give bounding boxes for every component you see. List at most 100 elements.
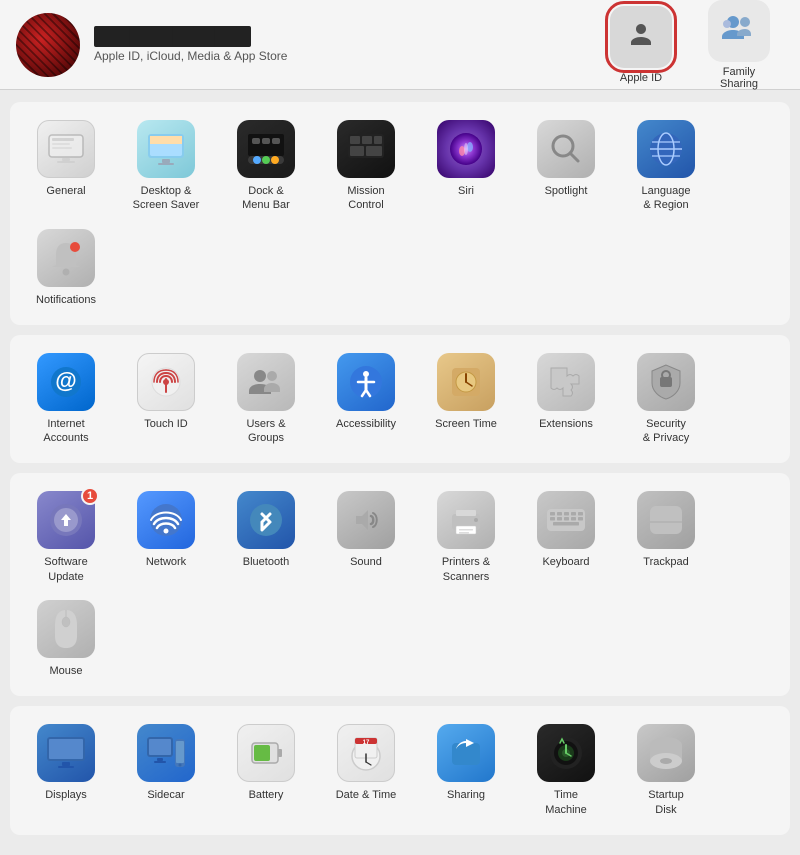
timemachine-label: TimeMachine xyxy=(545,788,587,817)
dock-item[interactable]: Dock &Menu Bar xyxy=(216,112,316,221)
sidecar-icon xyxy=(137,724,195,782)
bluetooth-icon xyxy=(237,491,295,549)
mouse-item[interactable]: Mouse xyxy=(16,592,116,686)
section-1-grid: General Desktop &Screen Saver xyxy=(16,112,784,315)
trackpad-label: Trackpad xyxy=(643,555,688,569)
timemachine-item[interactable]: TimeMachine xyxy=(516,716,616,825)
extensions-label: Extensions xyxy=(539,417,593,431)
timemachine-icon xyxy=(537,724,595,782)
sharing-label: Sharing xyxy=(447,788,485,802)
apple-id-icon-box xyxy=(610,6,672,68)
family-sharing-item[interactable]: FamilySharing xyxy=(694,0,784,90)
battery-icon xyxy=(237,724,295,782)
siri-item[interactable]: Siri xyxy=(416,112,516,221)
security-item[interactable]: Security& Privacy xyxy=(616,345,716,454)
svg-text:17: 17 xyxy=(363,740,370,746)
section-2: @ InternetAccounts xyxy=(10,335,790,464)
software-item[interactable]: 1 SoftwareUpdate xyxy=(16,483,116,592)
sharing-icon xyxy=(437,724,495,782)
touchid-item[interactable]: Touch ID xyxy=(116,345,216,454)
keyboard-icon xyxy=(537,491,595,549)
language-label: Language& Region xyxy=(642,184,691,213)
printers-item[interactable]: Printers &Scanners xyxy=(416,483,516,592)
mission-item[interactable]: MissionControl xyxy=(316,112,416,221)
extensions-item[interactable]: Extensions xyxy=(516,345,616,454)
network-label: Network xyxy=(146,555,186,569)
general-item[interactable]: General xyxy=(16,112,116,221)
software-badge: 1 xyxy=(81,487,99,505)
sharing-item[interactable]: Sharing xyxy=(416,716,516,825)
section-3-grid: 1 SoftwareUpdate xyxy=(16,483,784,686)
apple-id-label: Apple ID xyxy=(620,72,662,84)
notifications-icon xyxy=(37,229,95,287)
sound-item[interactable]: Sound xyxy=(316,483,416,592)
user-name: ██████████████ xyxy=(94,26,251,47)
dock-icon xyxy=(237,120,295,178)
main-content: General Desktop &Screen Saver xyxy=(0,90,800,855)
users-label: Users &Groups xyxy=(246,417,285,446)
desktop-label: Desktop &Screen Saver xyxy=(133,184,200,213)
section-4-grid: Displays Sidecar xyxy=(16,716,784,825)
desktop-icon xyxy=(137,120,195,178)
general-label: General xyxy=(46,184,85,198)
language-item[interactable]: Language& Region xyxy=(616,112,716,221)
network-item[interactable]: Network xyxy=(116,483,216,592)
datetime-icon: 17 xyxy=(337,724,395,782)
trackpad-item[interactable]: Trackpad xyxy=(616,483,716,592)
section-2-grid: @ InternetAccounts xyxy=(16,345,784,454)
extensions-icon xyxy=(537,353,595,411)
desktop-item[interactable]: Desktop &Screen Saver xyxy=(116,112,216,221)
displays-item[interactable]: Displays xyxy=(16,716,116,825)
datetime-label: Date & Time xyxy=(336,788,397,802)
mouse-icon xyxy=(37,600,95,658)
security-icon xyxy=(637,353,695,411)
general-icon xyxy=(37,120,95,178)
internet-label: InternetAccounts xyxy=(43,417,88,446)
displays-icon xyxy=(37,724,95,782)
spotlight-icon xyxy=(537,120,595,178)
printers-label: Printers &Scanners xyxy=(442,555,490,584)
bluetooth-label: Bluetooth xyxy=(243,555,289,569)
family-sharing-icon-box xyxy=(708,0,770,62)
accessibility-label: Accessibility xyxy=(336,417,396,431)
screentime-icon xyxy=(437,353,495,411)
battery-item[interactable]: Battery xyxy=(216,716,316,825)
sidecar-label: Sidecar xyxy=(147,788,184,802)
sound-label: Sound xyxy=(350,555,382,569)
security-label: Security& Privacy xyxy=(643,417,689,446)
datetime-item[interactable]: 17 Date & Time xyxy=(316,716,416,825)
screentime-label: Screen Time xyxy=(435,417,497,431)
startupdisk-icon xyxy=(637,724,695,782)
notifications-item[interactable]: Notifications xyxy=(16,221,116,315)
battery-label: Battery xyxy=(249,788,284,802)
user-avatar[interactable] xyxy=(16,13,80,77)
software-label: SoftwareUpdate xyxy=(44,555,87,584)
keyboard-item[interactable]: Keyboard xyxy=(516,483,616,592)
touchid-icon xyxy=(137,353,195,411)
bluetooth-item[interactable]: Bluetooth xyxy=(216,483,316,592)
section-1: General Desktop &Screen Saver xyxy=(10,102,790,325)
language-icon xyxy=(637,120,695,178)
sidecar-item[interactable]: Sidecar xyxy=(116,716,216,825)
internet-item[interactable]: @ InternetAccounts xyxy=(16,345,116,454)
apple-id-item[interactable]: Apple ID xyxy=(596,6,686,84)
svg-text:@: @ xyxy=(55,368,76,393)
dock-label: Dock &Menu Bar xyxy=(242,184,290,213)
screentime-item[interactable]: Screen Time xyxy=(416,345,516,454)
siri-icon xyxy=(437,120,495,178)
users-icon xyxy=(237,353,295,411)
mouse-label: Mouse xyxy=(49,664,82,678)
spotlight-item[interactable]: Spotlight xyxy=(516,112,616,221)
software-icon: 1 xyxy=(37,491,95,549)
apple-id-icon xyxy=(622,18,660,56)
notifications-label: Notifications xyxy=(36,293,96,307)
users-item[interactable]: Users &Groups xyxy=(216,345,316,454)
family-sharing-label: FamilySharing xyxy=(720,66,758,90)
header-top-icons: Apple ID FamilySharing xyxy=(596,0,784,90)
startupdisk-label: StartupDisk xyxy=(648,788,683,817)
keyboard-label: Keyboard xyxy=(542,555,589,569)
family-sharing-icon xyxy=(717,12,761,50)
accessibility-item[interactable]: Accessibility xyxy=(316,345,416,454)
startupdisk-item[interactable]: StartupDisk xyxy=(616,716,716,825)
sound-icon xyxy=(337,491,395,549)
